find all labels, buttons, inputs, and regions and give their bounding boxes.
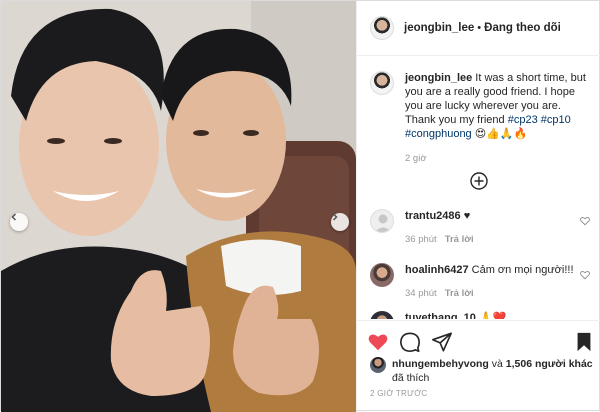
- comment-username[interactable]: tuyethang_10: [405, 312, 476, 319]
- caption-text: jeongbin_lee It was a short time, but yo…: [405, 71, 592, 141]
- like-button[interactable]: [367, 331, 389, 353]
- caption: jeongbin_lee It was a short time, but yo…: [370, 71, 592, 164]
- reply-button[interactable]: Trả lời: [445, 234, 474, 245]
- chevron-left-icon: [11, 213, 17, 221]
- post-timestamp[interactable]: 2 GIỜ TRƯỚC: [370, 389, 428, 398]
- likes-text: nhungembehyvong và 1,506 người khác đã t…: [392, 357, 595, 385]
- comment-meta: 36 phút Trả lời: [405, 234, 592, 245]
- instagram-post: jeongbin_lee • Đang theo dõi jeongbin_le…: [0, 0, 600, 412]
- comment-time[interactable]: 34 phút: [405, 288, 437, 299]
- avatar[interactable]: [370, 16, 394, 40]
- hashtag-link[interactable]: #congphuong: [405, 128, 472, 140]
- comment-item: trantu2486 ♥ 36 phút Trả lời: [370, 209, 592, 245]
- hashtag-link[interactable]: #cp23: [508, 114, 538, 126]
- comment-text: hoalinh6427 Cảm ơn mọi người!!!: [405, 263, 592, 277]
- comment-text: tuyethang_10 🙏❤️: [405, 311, 592, 319]
- caption-username[interactable]: jeongbin_lee: [405, 72, 472, 84]
- header-username[interactable]: jeongbin_lee: [404, 22, 474, 34]
- likes-others-link[interactable]: 1,506 người khác: [506, 358, 593, 370]
- photo-illustration: [1, 1, 356, 412]
- comment-username[interactable]: trantu2486: [405, 210, 461, 222]
- heart-outline-icon[interactable]: [580, 216, 590, 226]
- speech-bubble-icon: [400, 332, 420, 352]
- comment-body: Cảm ơn mọi người!!!: [468, 264, 574, 276]
- post-photo[interactable]: [1, 1, 356, 412]
- comment-button[interactable]: [399, 331, 421, 353]
- header-separator: •: [477, 22, 482, 34]
- bookmark-icon: [577, 332, 591, 352]
- comment-meta: 34 phút Trả lời: [405, 288, 592, 299]
- heart-outline-icon[interactable]: [580, 270, 590, 280]
- comment-body: ♥: [460, 210, 471, 222]
- paper-plane-icon: [432, 332, 452, 352]
- commenter-avatar[interactable]: [370, 209, 394, 233]
- heart-filled-icon: [368, 334, 388, 351]
- comment-item: tuyethang_10 🙏❤️: [370, 311, 592, 319]
- liker-username[interactable]: nhungembehyvong: [392, 358, 489, 370]
- caption-time[interactable]: 2 giờ: [405, 153, 592, 164]
- default-avatar-icon: [374, 214, 392, 232]
- caption-emojis: 😍👍🙏🔥: [474, 128, 528, 140]
- caption-avatar[interactable]: [370, 71, 394, 95]
- comments-section: jeongbin_lee It was a short time, but yo…: [357, 57, 600, 319]
- likes-summary: nhungembehyvong và 1,506 người khác đã t…: [370, 357, 595, 385]
- carousel-next-button[interactable]: [331, 213, 349, 231]
- reply-button[interactable]: Trả lời: [445, 288, 474, 299]
- post-header: jeongbin_lee • Đang theo dõi: [357, 1, 600, 56]
- post-actions: nhungembehyvong và 1,506 người khác đã t…: [357, 320, 600, 412]
- likes-suffix: đã thích: [392, 372, 430, 384]
- action-icons: [367, 331, 595, 353]
- comment-time[interactable]: 36 phút: [405, 234, 437, 245]
- post-side-panel: jeongbin_lee • Đang theo dõi jeongbin_le…: [356, 1, 600, 412]
- plus-circle-icon: [470, 172, 488, 190]
- comment-item: hoalinh6427 Cảm ơn mọi người!!! 34 phút T…: [370, 263, 592, 299]
- commenter-avatar[interactable]: [370, 311, 394, 319]
- chevron-right-icon: [332, 213, 338, 221]
- comment-username[interactable]: hoalinh6427: [405, 264, 469, 276]
- carousel-prev-button[interactable]: [10, 213, 28, 231]
- likes-connector: và: [488, 358, 506, 370]
- load-more-comments-button[interactable]: [469, 171, 489, 191]
- hashtag-link[interactable]: #cp10: [541, 114, 571, 126]
- liker-avatar[interactable]: [370, 357, 386, 373]
- comment-text: trantu2486 ♥: [405, 209, 592, 223]
- save-button[interactable]: [573, 331, 595, 353]
- share-button[interactable]: [431, 331, 453, 353]
- commenter-avatar[interactable]: [370, 263, 394, 287]
- comment-body: 🙏❤️: [475, 312, 507, 319]
- following-button[interactable]: Đang theo dõi: [484, 22, 561, 34]
